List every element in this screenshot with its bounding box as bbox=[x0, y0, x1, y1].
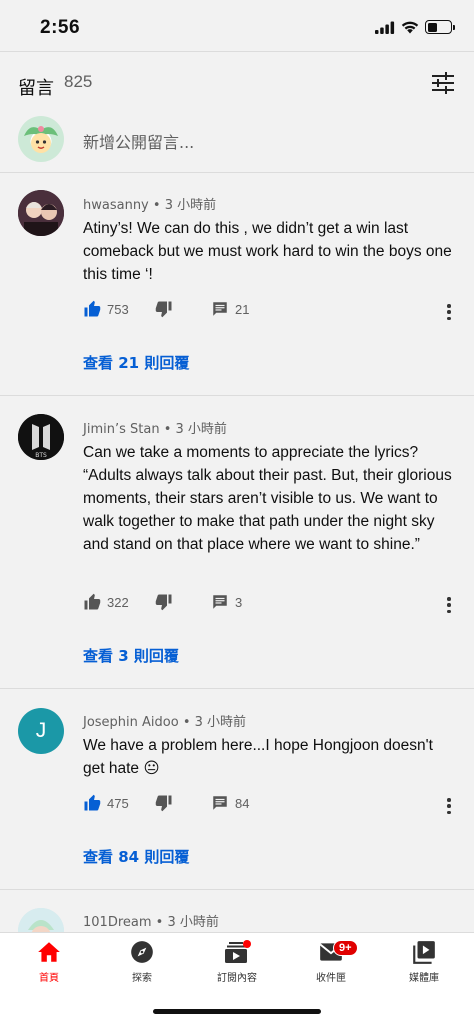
view-replies-link[interactable]: 查看 21 則回覆 bbox=[83, 352, 189, 373]
comments-header: 留言 825 bbox=[0, 66, 474, 102]
comment-item: 101Dream • 3 小時前 bbox=[0, 904, 474, 932]
reply-count: 3 bbox=[235, 594, 243, 610]
dislike-button[interactable] bbox=[155, 593, 173, 611]
thumbs-down-icon bbox=[155, 795, 172, 812]
status-time: 2:56 bbox=[40, 17, 81, 38]
comment-author[interactable]: 101Dream bbox=[83, 915, 152, 930]
comment-icon bbox=[213, 302, 227, 316]
library-icon bbox=[413, 941, 435, 964]
nav-label-inbox: 收件匣 bbox=[316, 973, 346, 984]
explore-icon bbox=[131, 941, 153, 963]
reply-button[interactable]: 3 bbox=[211, 593, 242, 611]
like-count: 475 bbox=[107, 795, 129, 811]
nav-home[interactable]: 首頁 bbox=[9, 939, 89, 984]
reply-count: 21 bbox=[235, 301, 250, 317]
divider bbox=[0, 688, 474, 689]
comment-time: • 3 小時前 bbox=[163, 422, 227, 437]
avatar-letter: J bbox=[35, 719, 47, 742]
dislike-button[interactable] bbox=[155, 794, 173, 812]
comment-meta: hwasanny • 3 小時前 bbox=[83, 194, 216, 213]
comment-item: BTS Jimin’s Stan • 3 小時前 Can we take a m… bbox=[0, 410, 474, 680]
comment-text: Can we take a moments to appreciate the … bbox=[83, 444, 452, 553]
inbox-badge: 9+ bbox=[333, 940, 358, 956]
nav-inbox[interactable]: 9+ 收件匣 bbox=[291, 939, 371, 984]
nav-library[interactable]: 媒體庫 bbox=[384, 939, 464, 984]
reply-count: 84 bbox=[235, 795, 250, 811]
comment-text: Atiny’s! We can do this , we didn’t get … bbox=[83, 220, 452, 283]
like-count: 322 bbox=[107, 594, 129, 610]
nav-label-library: 媒體庫 bbox=[409, 973, 439, 984]
nav-label-subscriptions: 訂閱內容 bbox=[217, 973, 257, 984]
home-icon bbox=[38, 942, 60, 962]
user-avatar bbox=[18, 116, 64, 162]
like-button[interactable]: 322 bbox=[83, 593, 129, 611]
comments-title: 留言 bbox=[18, 78, 54, 99]
divider bbox=[0, 889, 474, 890]
status-icons bbox=[375, 20, 455, 34]
subscriptions-icon bbox=[225, 940, 251, 963]
thumbs-down-icon bbox=[155, 594, 172, 611]
commenter-avatar[interactable]: J bbox=[18, 708, 64, 754]
commenter-avatar[interactable] bbox=[18, 908, 64, 932]
comment-icon bbox=[213, 796, 227, 810]
dislike-button[interactable] bbox=[155, 300, 173, 318]
comment-meta: Jimin’s Stan • 3 小時前 bbox=[83, 418, 227, 437]
comment-item: hwasanny • 3 小時前 Atiny’s! We can do this… bbox=[0, 186, 474, 386]
comment-author[interactable]: Josephin Aidoo bbox=[83, 715, 179, 730]
comment-meta: Josephin Aidoo • 3 小時前 bbox=[83, 711, 246, 730]
thumbs-up-icon bbox=[84, 794, 101, 811]
reply-button[interactable]: 21 bbox=[211, 300, 249, 318]
nav-label-home: 首頁 bbox=[39, 973, 59, 984]
comment-author[interactable]: hwasanny bbox=[83, 198, 149, 213]
comment-time: • 3 小時前 bbox=[182, 715, 247, 730]
comment-meta: 101Dream • 3 小時前 bbox=[83, 911, 219, 930]
view-replies-link[interactable]: 查看 84 則回覆 bbox=[83, 846, 189, 867]
divider bbox=[0, 395, 474, 396]
like-button[interactable]: 475 bbox=[83, 794, 129, 812]
comment-icon bbox=[213, 595, 227, 609]
commenter-avatar[interactable] bbox=[18, 190, 64, 236]
thumbs-up-icon bbox=[84, 593, 101, 610]
thumbs-down-icon bbox=[155, 301, 172, 318]
comment-time: • 3 小時前 bbox=[155, 915, 219, 930]
like-count: 753 bbox=[107, 301, 129, 317]
nav-subscriptions[interactable]: 訂閱內容 bbox=[197, 939, 277, 984]
comment-author[interactable]: Jimin’s Stan bbox=[83, 422, 160, 437]
add-comment-input[interactable]: 新增公開留言... bbox=[83, 129, 194, 153]
comment-actions: 753 21 bbox=[83, 300, 463, 324]
reply-button[interactable]: 84 bbox=[211, 794, 249, 812]
comment-text: We have a problem here...I hope Hongjoon… bbox=[83, 737, 433, 777]
comment-item: J Josephin Aidoo • 3 小時前 We have a probl… bbox=[0, 704, 474, 879]
comment-actions: 475 84 bbox=[83, 794, 463, 818]
status-bar: 2:56 bbox=[0, 0, 474, 52]
more-options-icon[interactable] bbox=[445, 796, 453, 816]
like-button[interactable]: 753 bbox=[83, 300, 129, 318]
wifi-icon bbox=[401, 21, 419, 33]
comments-count: 825 bbox=[64, 72, 93, 91]
divider bbox=[0, 172, 474, 173]
more-options-icon[interactable] bbox=[445, 302, 453, 322]
nav-explore[interactable]: 探索 bbox=[102, 939, 182, 984]
more-options-icon[interactable] bbox=[445, 595, 453, 615]
commenter-avatar[interactable]: BTS bbox=[18, 414, 64, 460]
battery-icon bbox=[425, 20, 455, 34]
cellular-signal-icon bbox=[375, 21, 395, 34]
comment-actions: 322 3 bbox=[83, 593, 463, 617]
thumbs-up-icon bbox=[84, 300, 101, 317]
nav-label-explore: 探索 bbox=[132, 973, 152, 984]
add-comment-row[interactable]: 新增公開留言... bbox=[0, 114, 474, 166]
divider bbox=[0, 51, 474, 52]
bts-logo-text: BTS bbox=[35, 452, 47, 459]
sort-filter-icon[interactable] bbox=[430, 70, 456, 96]
view-replies-link[interactable]: 查看 3 則回覆 bbox=[83, 645, 179, 666]
comment-time: • 3 小時前 bbox=[152, 198, 217, 213]
home-indicator[interactable] bbox=[153, 1009, 321, 1014]
